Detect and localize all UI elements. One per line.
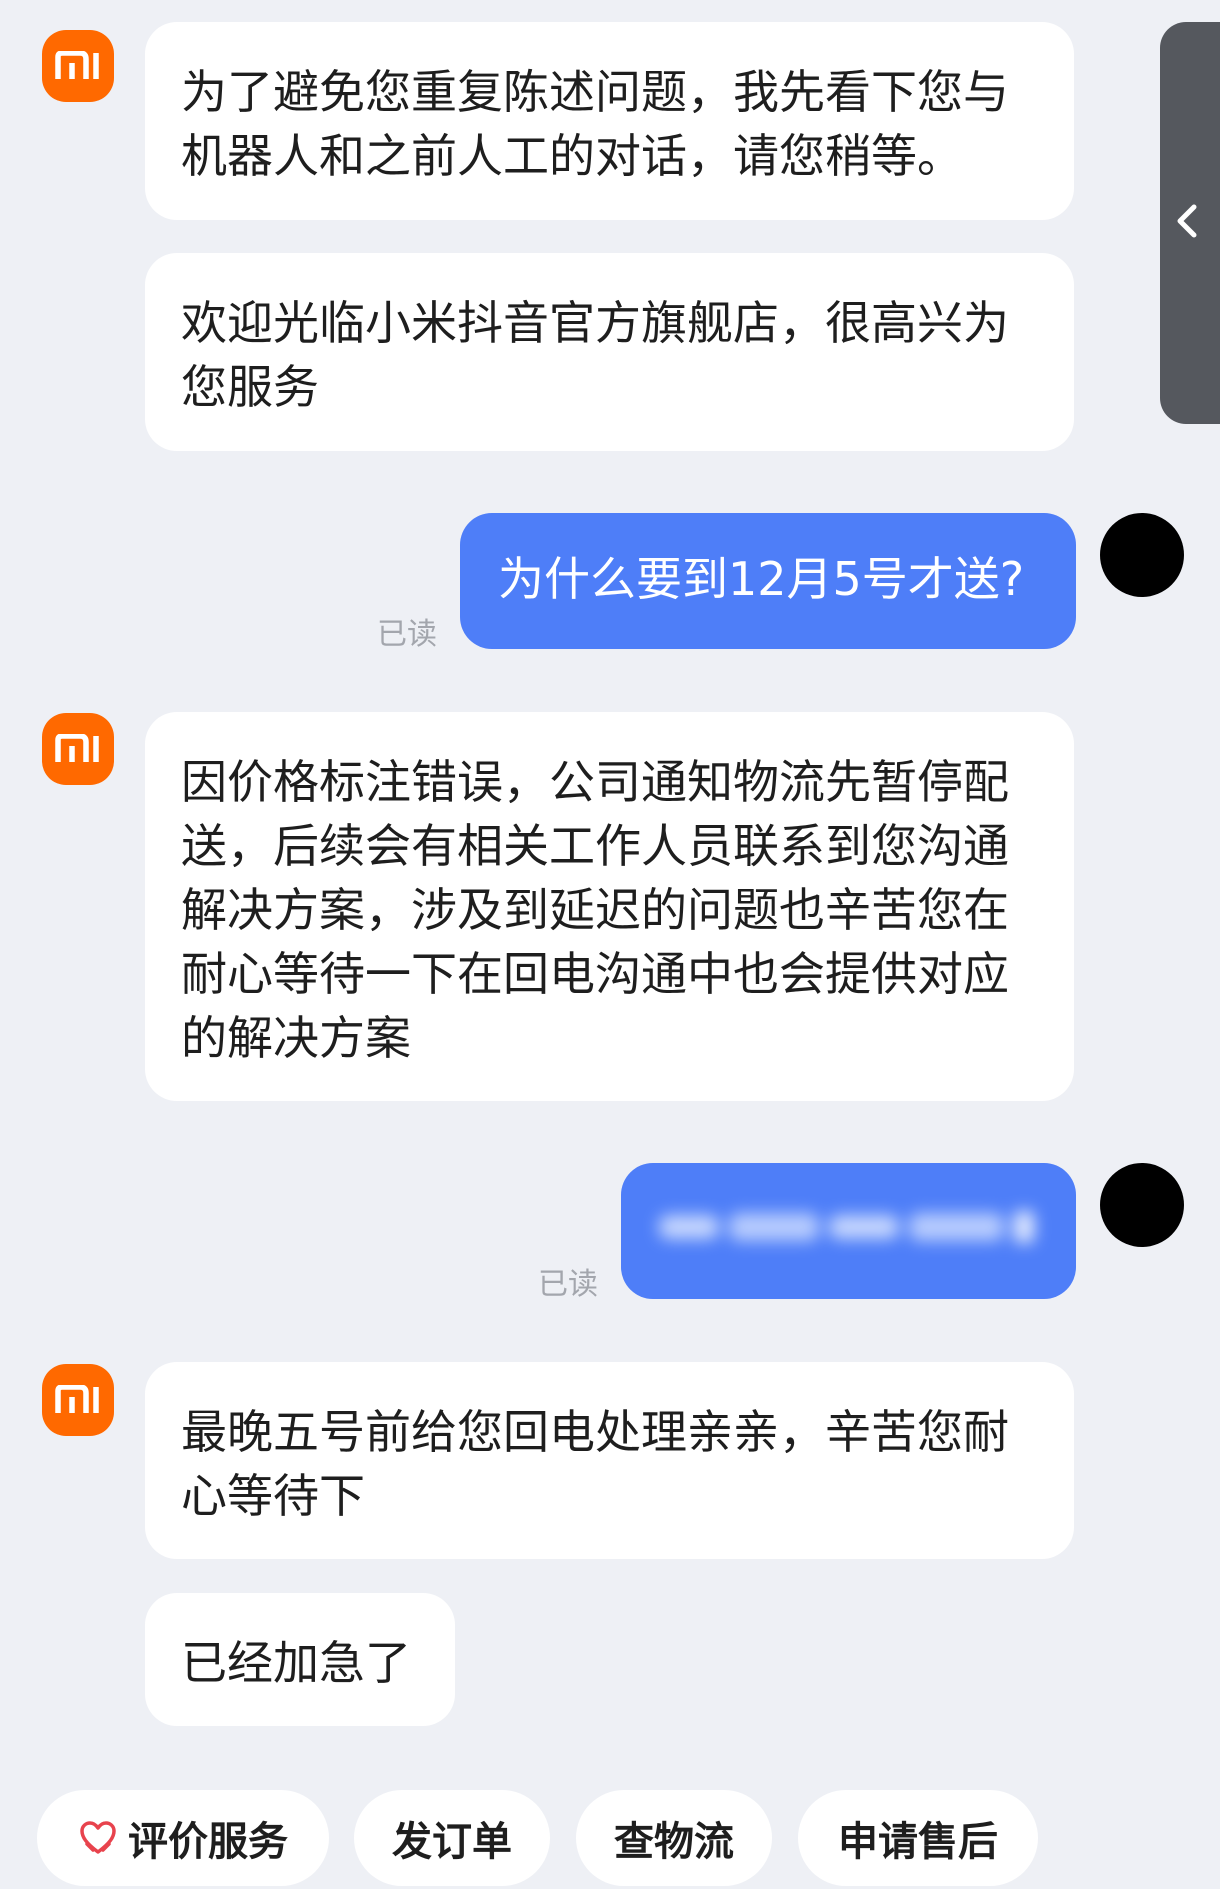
message-text: 为什么要到12月5号才送? bbox=[498, 552, 1025, 606]
chip-label: 评价服务 bbox=[128, 1819, 288, 1865]
message-text: 欢迎光临小米抖音官方旗舰店，很高兴为您服务 bbox=[181, 296, 1009, 414]
message-text: 已经加急了 bbox=[181, 1636, 411, 1690]
user-avatar[interactable] bbox=[1100, 513, 1184, 597]
message-text: 因价格标注错误，公司通知物流先暂停配送，后续会有相关工作人员联系到您沟通解决方案… bbox=[181, 755, 1009, 1065]
agent-avatar[interactable] bbox=[42, 713, 114, 785]
agent-message: 最晚五号前给您回电处理亲亲，辛苦您耐心等待下 bbox=[145, 1362, 1074, 1559]
track-logistics-button[interactable]: 查物流 bbox=[576, 1790, 772, 1886]
agent-message: 欢迎光临小米抖音官方旗舰店，很高兴为您服务 bbox=[145, 253, 1074, 451]
agent-avatar[interactable] bbox=[42, 1364, 114, 1436]
side-panel-toggle[interactable] bbox=[1160, 22, 1220, 424]
heart-hands-icon bbox=[78, 1818, 118, 1858]
blurred-message-text bbox=[659, 1199, 1039, 1263]
quick-action-bar: 评价服务 发订单 查物流 申请售后 bbox=[0, 1786, 1220, 1889]
agent-message: 因价格标注错误，公司通知物流先暂停配送，后续会有相关工作人员联系到您沟通解决方案… bbox=[145, 712, 1074, 1101]
user-message: 为什么要到12月5号才送? bbox=[460, 513, 1076, 649]
chip-label: 发订单 bbox=[392, 1819, 512, 1865]
chip-label: 查物流 bbox=[614, 1819, 734, 1865]
message-text: 最晚五号前给您回电处理亲亲，辛苦您耐心等待下 bbox=[181, 1405, 1009, 1523]
agent-message: 已经加急了 bbox=[145, 1593, 455, 1726]
read-status: 已读 bbox=[538, 1267, 598, 1302]
chip-label: 申请售后 bbox=[838, 1819, 998, 1865]
user-avatar[interactable] bbox=[1100, 1163, 1184, 1247]
chevron-left-icon bbox=[1174, 201, 1200, 245]
rate-service-button[interactable]: 评价服务 bbox=[37, 1790, 329, 1886]
user-message bbox=[621, 1163, 1076, 1299]
mi-logo-icon bbox=[42, 30, 114, 102]
agent-message: 为了避免您重复陈述问题，我先看下您与机器人和之前人工的对话，请您稍等。 bbox=[145, 22, 1074, 220]
agent-avatar[interactable] bbox=[42, 30, 114, 102]
mi-logo-icon bbox=[42, 713, 114, 785]
after-sales-button[interactable]: 申请售后 bbox=[798, 1790, 1038, 1886]
read-status: 已读 bbox=[377, 617, 437, 652]
message-text: 为了避免您重复陈述问题，我先看下您与机器人和之前人工的对话，请您稍等。 bbox=[181, 65, 1009, 183]
mi-logo-icon bbox=[42, 1364, 114, 1436]
send-order-button[interactable]: 发订单 bbox=[354, 1790, 550, 1886]
